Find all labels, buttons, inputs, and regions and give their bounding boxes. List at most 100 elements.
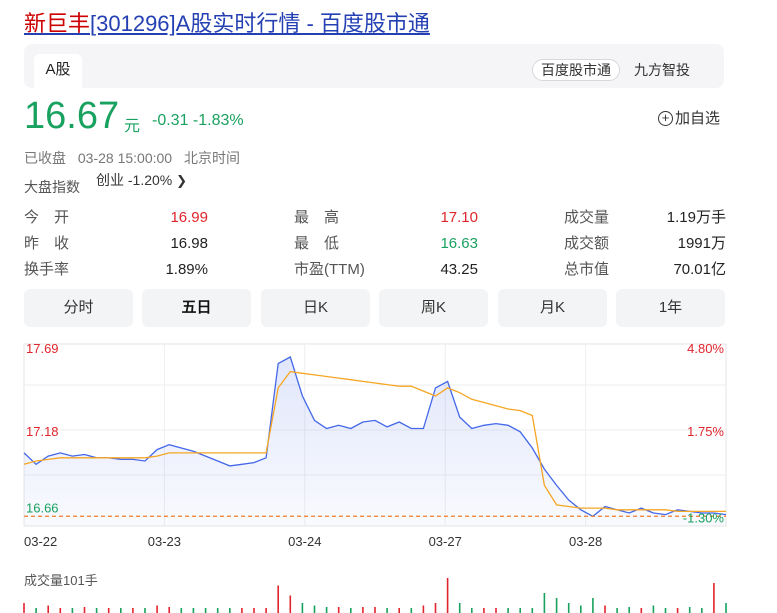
volume-bar <box>350 608 352 613</box>
x-tick-0: 03-22 <box>24 534 57 549</box>
tab-a-share[interactable]: A股 <box>34 54 82 88</box>
market-status: 已收盘 03-28 15:00:00 北京时间 <box>24 148 248 168</box>
period-tab-five-day[interactable]: 五日 <box>142 289 251 327</box>
volume-bar <box>289 595 292 613</box>
volume-bar <box>640 608 643 613</box>
volume-bar <box>180 608 183 613</box>
volume-bar <box>580 605 582 613</box>
stat-value-low: 16.63 <box>440 235 478 252</box>
source-tag-jiufang[interactable]: 九方智投 <box>634 59 690 81</box>
volume-bar <box>483 608 485 613</box>
volume-bar <box>95 608 98 613</box>
volume-bar <box>107 608 110 613</box>
stat-value-high: 17.10 <box>440 209 478 226</box>
market-index-value: 创业 -1.20% <box>96 172 173 188</box>
stat-value-volume: 1.19万手 <box>666 209 726 226</box>
volume-bar <box>567 603 570 613</box>
period-tab-monthly-k[interactable]: 月K <box>498 289 607 327</box>
stat-value-pe-ttm: 43.25 <box>440 261 478 278</box>
volume-bar <box>713 583 715 613</box>
volume-bar <box>71 608 74 613</box>
market-time: 03-28 15:00:00 <box>77 150 173 166</box>
volume-bar <box>725 603 727 613</box>
stock-name[interactable]: 新巨丰 <box>24 11 90 36</box>
change-value: -0.31 <box>152 112 189 129</box>
volume-bar <box>652 605 655 613</box>
volume-bar <box>386 608 388 613</box>
period-selector: 分时 五日 日K 周K 月K 1年 <box>24 289 726 327</box>
volume-bar <box>313 605 316 613</box>
x-tick-4: 03-28 <box>569 534 602 549</box>
volume-bar <box>604 605 606 613</box>
volume-bar <box>23 603 25 613</box>
time-zone: 北京时间 <box>183 150 240 166</box>
volume-bar <box>325 607 328 613</box>
stat-value-open: 16.99 <box>170 209 208 226</box>
market-state: 已收盘 <box>24 150 66 166</box>
price-change: -0.31 -1.83% <box>152 112 244 130</box>
volume-bar <box>628 607 630 613</box>
volume-bar <box>156 605 158 613</box>
period-tab-one-year[interactable]: 1年 <box>616 289 725 327</box>
title-rest[interactable]: [301296]A股实时行情 - 百度股市通 <box>90 11 430 36</box>
volume-bar <box>144 608 146 613</box>
stat-label-pe-ttm: 市盈(TTM) <box>294 261 365 278</box>
volume-bar <box>410 608 413 613</box>
stat-label-volume: 成交量 <box>564 209 610 226</box>
volume-bar <box>83 607 86 613</box>
volume-bar <box>301 603 304 613</box>
x-tick-1: 03-23 <box>148 534 181 549</box>
volume-bar <box>688 607 691 613</box>
market-tabbar: A股 百度股市通 九方智投 <box>24 44 724 88</box>
y-left-tick-1: 17.18 <box>26 424 59 439</box>
y-left-tick-0: 17.69 <box>26 341 59 356</box>
current-price: 16.67 <box>24 95 120 137</box>
volume-bar <box>495 608 497 613</box>
y-right-tick-0: 4.80% <box>687 341 724 356</box>
period-tab-daily-k[interactable]: 日K <box>261 289 370 327</box>
stat-value-market-cap: 70.01亿 <box>673 261 726 278</box>
period-tab-weekly-k[interactable]: 周K <box>379 289 488 327</box>
y-right-tick-2: -1.30% <box>683 510 725 525</box>
volume-bar <box>47 605 49 613</box>
volume-label: 成交量101手 <box>24 573 98 588</box>
volume-bar <box>398 608 400 613</box>
volume-bar <box>216 608 219 613</box>
volume-bar <box>132 608 134 613</box>
stat-value-turnover-rate: 1.89% <box>165 261 208 278</box>
volume-bar <box>701 608 703 613</box>
stat-value-prev-close: 16.98 <box>170 235 208 252</box>
chevron-right-icon: ❯ <box>176 173 188 188</box>
market-index-label: 大盘指数 <box>24 179 80 195</box>
volume-bar <box>362 607 364 613</box>
volume-bar <box>35 608 37 613</box>
volume-bar <box>664 608 667 613</box>
volume-bar <box>507 608 509 613</box>
stat-label-low: 最 低 <box>294 235 340 252</box>
volume-bar <box>543 593 546 613</box>
volume-bar <box>519 608 521 613</box>
volume-bar <box>434 603 437 613</box>
volume-bar <box>120 608 122 613</box>
volume-bar <box>265 608 267 613</box>
volume-bar <box>446 578 449 613</box>
add-watchlist-button[interactable]: + 加自选 <box>658 107 720 128</box>
stat-label-prev-close: 昨 收 <box>24 235 70 252</box>
source-tag-baidu[interactable]: 百度股市通 <box>532 59 620 81</box>
period-tab-intraday[interactable]: 分时 <box>24 289 133 327</box>
market-index-ticker[interactable]: 创业 -1.20% ❯ <box>96 170 187 200</box>
volume-bar <box>277 585 279 613</box>
stat-label-turnover: 成交额 <box>564 235 610 252</box>
volume-bar <box>241 608 243 613</box>
price-unit: 元 <box>124 118 141 135</box>
volume-bar <box>616 608 618 613</box>
x-tick-2: 03-24 <box>288 534 321 549</box>
x-tick-3: 03-27 <box>429 534 462 549</box>
volume-bar <box>531 608 534 613</box>
volume-bar <box>592 598 594 613</box>
volume-bar <box>676 608 679 613</box>
five-day-chart[interactable]: 17.69 17.18 16.66 4.80% 1.75% -1.30% 03-22 03-2… <box>0 340 777 613</box>
page-title[interactable]: 新巨丰[301296]A股实时行情 - 百度股市通 <box>24 6 430 38</box>
volume-bar <box>458 603 461 613</box>
volume-bar <box>59 608 62 613</box>
